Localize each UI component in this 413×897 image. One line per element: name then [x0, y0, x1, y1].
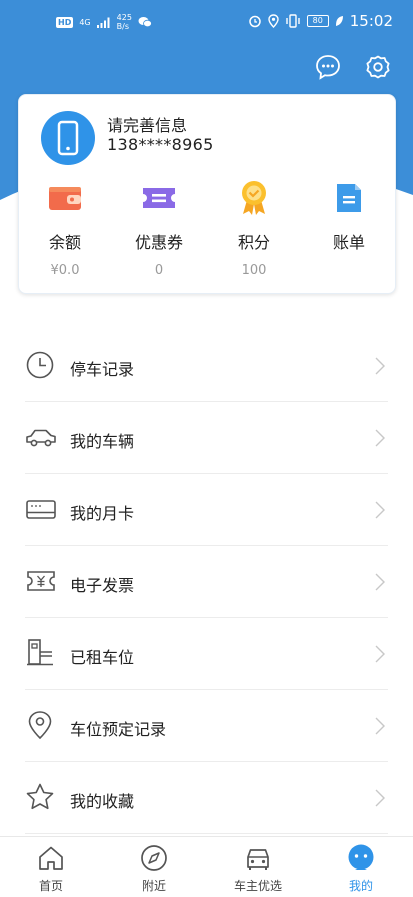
- stat-points[interactable]: 积分 100: [214, 181, 294, 278]
- signal-icon: [96, 17, 110, 28]
- menu-label: 我的收藏: [70, 792, 135, 811]
- menu-item-my-vehicles[interactable]: 我的车辆: [25, 402, 388, 474]
- tab-label: 首页: [38, 879, 63, 893]
- vibrate-icon: [286, 14, 300, 28]
- parking-gate-icon: [27, 639, 53, 666]
- battery-indicator: 80: [306, 15, 329, 27]
- stat-balance[interactable]: 余额 ¥0.0: [25, 181, 105, 278]
- mine-face-icon: [348, 844, 374, 870]
- net-speed: 425 B/s: [116, 13, 132, 31]
- chevron-right-icon: [375, 645, 385, 663]
- star-icon: [26, 783, 54, 810]
- chevron-right-icon: [375, 501, 385, 519]
- stat-label: 余额: [48, 233, 81, 252]
- wechat-icon: [138, 17, 152, 28]
- menu-item-favorites[interactable]: 我的收藏: [25, 762, 388, 834]
- tab-label: 车主优选: [233, 879, 282, 893]
- medal-icon: [242, 181, 266, 215]
- car-front-icon: [247, 849, 269, 870]
- invoice-icon: [27, 571, 55, 591]
- gear-icon[interactable]: [365, 54, 391, 80]
- stat-bill[interactable]: 账单: [309, 181, 389, 263]
- compass-icon: [141, 845, 167, 871]
- stat-coupons[interactable]: 优惠券 0: [119, 181, 199, 278]
- chevron-right-icon: [375, 573, 385, 591]
- stat-label: 账单: [332, 233, 365, 252]
- chevron-right-icon: [375, 357, 385, 375]
- bottom-tab-bar: 首页 附近 车主优选 我的: [0, 836, 413, 897]
- wallet-icon: [49, 187, 81, 210]
- coupon-icon: [143, 188, 175, 208]
- tab-label: 我的: [348, 879, 373, 893]
- stat-value: 100: [241, 263, 267, 278]
- stat-value: ¥0.0: [50, 263, 80, 278]
- bill-icon: [337, 184, 361, 212]
- tab-mine[interactable]: 我的: [321, 843, 401, 894]
- menu-item-e-invoice[interactable]: 电子发票: [25, 546, 388, 618]
- card-icon: [26, 500, 56, 519]
- alarm-icon: [249, 15, 261, 28]
- tab-label: 附近: [141, 879, 166, 893]
- menu-label: 电子发票: [70, 576, 135, 595]
- menu-label: 我的月卡: [70, 504, 135, 523]
- menu-item-reservation-records[interactable]: 车位预定记录: [25, 690, 388, 762]
- profile-card: 请完善信息 138****8965 余额 ¥0.0 优惠券 0 积分 100 账…: [18, 94, 396, 294]
- tab-home[interactable]: 首页: [11, 843, 91, 894]
- stat-value: 0: [154, 263, 164, 278]
- location-status-icon: [268, 14, 279, 28]
- menu-label: 车位预定记录: [70, 720, 167, 739]
- menu-list: 停车记录 我的车辆 我的月卡 电子发票 已租车位 车位预定记录 我的收藏: [0, 330, 413, 834]
- menu-label: 我的车辆: [70, 432, 135, 451]
- home-icon: [39, 846, 63, 870]
- user-name[interactable]: 请完善信息: [107, 112, 187, 136]
- clock-icon: [26, 351, 54, 379]
- clock-time: 15:02: [349, 12, 393, 30]
- message-icon[interactable]: [315, 54, 341, 80]
- tab-owner-picks[interactable]: 车主优选: [218, 843, 298, 894]
- chevron-right-icon: [375, 429, 385, 447]
- menu-label: 已租车位: [70, 648, 135, 667]
- leaf-icon: [335, 16, 343, 26]
- menu-item-rented-spaces[interactable]: 已租车位: [25, 618, 388, 690]
- stat-label: 积分: [237, 233, 270, 252]
- tab-nearby[interactable]: 附近: [114, 843, 194, 894]
- menu-item-parking-records[interactable]: 停车记录: [25, 330, 388, 402]
- user-phone: 138****8965: [107, 135, 214, 154]
- menu-item-monthly-card[interactable]: 我的月卡: [25, 474, 388, 546]
- avatar[interactable]: [41, 111, 95, 165]
- chevron-right-icon: [375, 717, 385, 735]
- stat-label: 优惠券: [134, 233, 183, 252]
- status-bar: HD 4G 425 B/s 80 15:02: [0, 0, 413, 44]
- location-pin-icon: [28, 711, 52, 740]
- network-label: 4G: [79, 17, 91, 27]
- menu-label: 停车记录: [70, 360, 135, 379]
- phone-icon: [57, 120, 79, 156]
- car-icon: [26, 429, 56, 447]
- chevron-right-icon: [375, 789, 385, 807]
- hd-badge: HD: [56, 16, 74, 28]
